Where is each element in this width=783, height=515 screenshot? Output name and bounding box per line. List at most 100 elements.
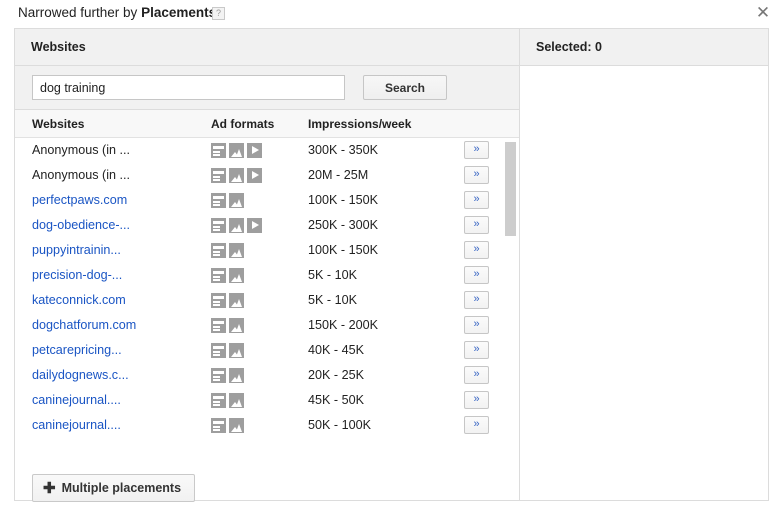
search-bar: Search (15, 66, 519, 110)
cell-website[interactable]: caninejournal.... (32, 418, 121, 432)
add-placement-button[interactable]: » (464, 416, 489, 434)
plus-icon: ✚ (43, 480, 56, 497)
column-header-impressions: Impressions/week (308, 117, 412, 131)
add-placement-button[interactable]: » (464, 366, 489, 384)
image-ad-format-icon (229, 393, 244, 408)
cell-website[interactable]: dailydognews.c... (32, 368, 129, 382)
dialog-title-strong: Placements (141, 5, 217, 20)
cell-ad-formats (211, 268, 247, 283)
text-ad-format-icon (211, 318, 226, 333)
cell-ad-formats (211, 168, 265, 183)
add-placement-button[interactable]: » (464, 291, 489, 309)
video-ad-format-icon (247, 218, 262, 233)
cell-ad-formats (211, 318, 247, 333)
cell-ad-formats (211, 418, 247, 433)
text-ad-format-icon (211, 368, 226, 383)
cell-website[interactable]: petcarepricing... (32, 343, 122, 357)
multiple-placements-label: Multiple placements (61, 481, 182, 495)
cell-impressions: 150K - 200K (308, 318, 379, 332)
table-row[interactable]: puppyintrainin... 100K - 150K » (15, 238, 519, 263)
cell-ad-formats (211, 193, 247, 208)
cell-website[interactable]: dogchatforum.com (32, 318, 136, 332)
cell-ad-formats (211, 368, 247, 383)
table-row[interactable]: Anonymous (in ... 20M - 25M » (15, 163, 519, 188)
image-ad-format-icon (229, 268, 244, 283)
table-row[interactable]: kateconnick.com 5K - 10K » (15, 288, 519, 313)
image-ad-format-icon (229, 193, 244, 208)
dialog-titlebar: Narrowed further by Placements ? ✕ (0, 0, 783, 28)
image-ad-format-icon (229, 318, 244, 333)
cell-website[interactable]: perfectpaws.com (32, 193, 127, 207)
cell-impressions: 20M - 25M (308, 168, 369, 182)
table-row[interactable]: dogchatforum.com 150K - 200K » (15, 313, 519, 338)
table-row[interactable]: caninejournal.... 45K - 50K » (15, 388, 519, 413)
image-ad-format-icon (229, 418, 244, 433)
image-ad-format-icon (229, 293, 244, 308)
text-ad-format-icon (211, 343, 226, 358)
search-button[interactable]: Search (363, 75, 447, 100)
table-row[interactable]: dailydognews.c... 20K - 25K » (15, 363, 519, 388)
add-placement-button[interactable]: » (464, 266, 489, 284)
cell-impressions: 20K - 25K (308, 368, 365, 382)
cell-website[interactable]: caninejournal.... (32, 393, 121, 407)
add-placement-button[interactable]: » (464, 241, 489, 259)
text-ad-format-icon (211, 268, 226, 283)
text-ad-format-icon (211, 218, 226, 233)
add-placement-button[interactable]: » (464, 341, 489, 359)
websites-panel-title: Websites (31, 40, 86, 54)
selected-panel: Selected: 0 (520, 29, 768, 500)
cell-website[interactable]: kateconnick.com (32, 293, 126, 307)
cell-website[interactable]: puppyintrainin... (32, 243, 121, 257)
cell-website[interactable]: dog-obedience-... (32, 218, 130, 232)
text-ad-format-icon (211, 393, 226, 408)
cell-ad-formats (211, 218, 265, 233)
cell-website: Anonymous (in ... (32, 168, 130, 182)
close-icon[interactable]: ✕ (753, 3, 773, 23)
text-ad-format-icon (211, 143, 226, 158)
cell-impressions: 45K - 50K (308, 393, 365, 407)
multiple-placements-button[interactable]: ✚ Multiple placements (32, 474, 196, 502)
image-ad-format-icon (229, 168, 244, 183)
add-placement-button[interactable]: » (464, 141, 489, 159)
dialog-title: Narrowed further by Placements (18, 5, 216, 20)
cell-website: Anonymous (in ... (32, 143, 130, 157)
add-placement-button[interactable]: » (464, 391, 489, 409)
dialog-body: Websites Search Websites Ad formats Impr… (14, 28, 769, 502)
table-row[interactable]: caninejournal.... 50K - 100K » (15, 413, 519, 438)
text-ad-format-icon (211, 418, 226, 433)
text-ad-format-icon (211, 168, 226, 183)
cell-impressions: 100K - 150K (308, 243, 379, 257)
cell-impressions: 5K - 10K (308, 268, 358, 282)
cell-ad-formats (211, 393, 247, 408)
cell-impressions: 50K - 100K (308, 418, 372, 432)
search-input[interactable] (32, 75, 345, 100)
cell-impressions: 40K - 45K (308, 343, 365, 357)
column-header-ad-formats: Ad formats (211, 117, 275, 131)
cell-impressions: 250K - 300K (308, 218, 379, 232)
cell-ad-formats (211, 143, 265, 158)
text-ad-format-icon (211, 243, 226, 258)
table-row[interactable]: Anonymous (in ... 300K - 350K » (15, 138, 519, 163)
add-placement-button[interactable]: » (464, 316, 489, 334)
cell-website[interactable]: precision-dog-... (32, 268, 122, 282)
image-ad-format-icon (229, 143, 244, 158)
table-row[interactable]: perfectpaws.com 100K - 150K » (15, 188, 519, 213)
video-ad-format-icon (247, 168, 262, 183)
text-ad-format-icon (211, 293, 226, 308)
results-scrollbar-thumb[interactable] (505, 142, 516, 236)
text-ad-format-icon (211, 193, 226, 208)
cell-impressions: 5K - 10K (308, 293, 358, 307)
add-placement-button[interactable]: » (464, 216, 489, 234)
image-ad-format-icon (229, 343, 244, 358)
column-header-websites: Websites (32, 117, 85, 131)
help-icon[interactable]: ? (212, 7, 225, 20)
results-table-body[interactable]: Anonymous (in ... 300K - 350K» Anonymous (… (15, 138, 519, 482)
selected-count-label: Selected: 0 (536, 40, 603, 54)
video-ad-format-icon (247, 143, 262, 158)
add-placement-button[interactable]: » (464, 191, 489, 209)
table-row[interactable]: dog-obedience-... 250K - 300K » (15, 213, 519, 238)
table-row[interactable]: precision-dog-... 5K - 10K » (15, 263, 519, 288)
table-row[interactable]: petcarepricing... 40K - 45K » (15, 338, 519, 363)
add-placement-button[interactable]: » (464, 166, 489, 184)
dialog-title-prefix: Narrowed further by (18, 5, 142, 20)
